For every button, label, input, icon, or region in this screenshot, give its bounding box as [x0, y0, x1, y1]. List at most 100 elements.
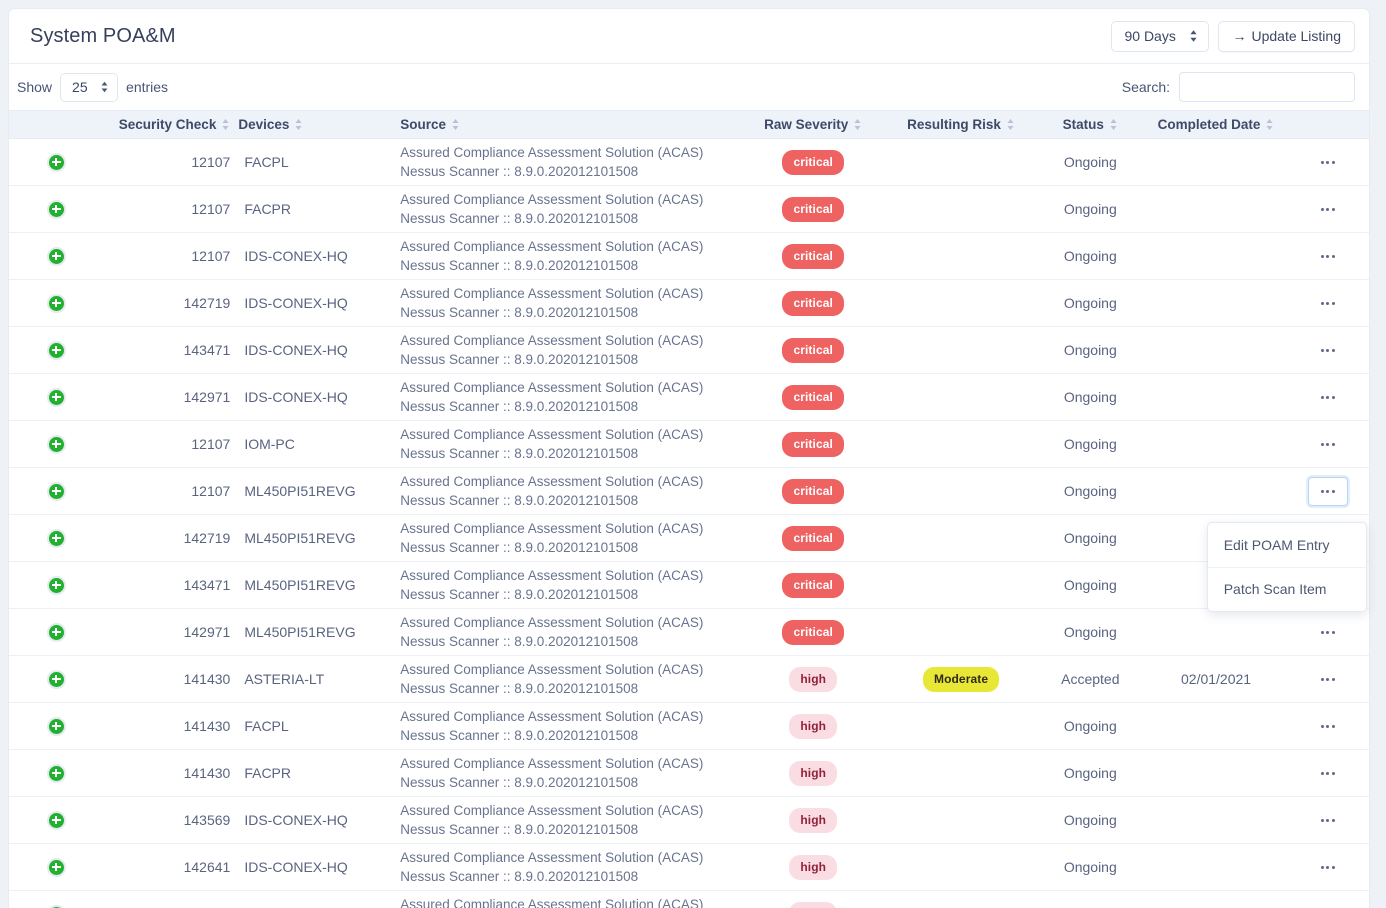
row-actions-button[interactable]: [1317, 762, 1339, 784]
cell-actions: [1286, 608, 1369, 656]
cell-source: Assured Compliance Assessment Solution (…: [392, 373, 740, 421]
col-expand: [9, 110, 106, 139]
plus-circle-icon[interactable]: [47, 669, 66, 689]
cell-status: Ongoing: [1034, 467, 1146, 515]
source-line-2: Nessus Scanner :: 8.9.0.202012101508: [400, 775, 639, 790]
table-row: 141430 FACPR Assured Compliance Assessment…: [9, 749, 1369, 797]
row-actions-button[interactable]: [1317, 339, 1339, 361]
status-text: Ongoing: [1063, 765, 1117, 781]
source-line-2: Nessus Scanner :: 8.9.0.202012101508: [400, 822, 639, 837]
col-security-check[interactable]: Security Check: [105, 110, 237, 139]
plus-circle-icon[interactable]: [47, 152, 66, 172]
row-actions-button[interactable]: [1317, 433, 1339, 455]
table-row: 12107 FACPL Assured Compliance Assessment …: [9, 138, 1369, 186]
cell-source: Assured Compliance Assessment Solution (…: [392, 796, 740, 844]
col-raw-severity[interactable]: Raw Severity: [739, 110, 888, 139]
row-actions-button[interactable]: [1317, 903, 1339, 908]
row-actions-button[interactable]: [1317, 198, 1339, 220]
search-input[interactable]: [1179, 72, 1355, 102]
plus-circle-icon[interactable]: [47, 199, 66, 219]
plus-circle-icon[interactable]: [47, 434, 66, 454]
cell-devices: IOM-PC: [236, 420, 393, 468]
source-line-1: Assured Compliance Assessment Solution (…: [400, 427, 704, 442]
row-expand-cell: [9, 561, 106, 609]
status-text: Ongoing: [1063, 389, 1117, 405]
row-actions-button[interactable]: [1317, 292, 1339, 314]
plus-circle-icon[interactable]: [47, 763, 66, 783]
cell-devices: IDS-CONEX-HQ: [236, 843, 393, 891]
cell-security-check: 12107: [105, 232, 237, 280]
cell-completed-date: [1145, 232, 1287, 280]
plus-circle-icon[interactable]: [47, 857, 66, 877]
status-text: Ongoing: [1063, 859, 1117, 875]
row-actions-button[interactable]: [1317, 809, 1339, 831]
plus-circle-icon[interactable]: [47, 293, 66, 313]
col-resulting-risk-label: Resulting Risk: [907, 117, 1001, 132]
plus-circle-icon[interactable]: [47, 246, 66, 266]
col-completed-date[interactable]: Completed Date: [1145, 110, 1287, 139]
cell-raw-severity: high: [739, 843, 888, 891]
cell-status: Ongoing: [1034, 561, 1146, 609]
cell-completed-date: [1145, 326, 1287, 374]
row-actions-button[interactable]: [1317, 856, 1339, 878]
source-line-2: Nessus Scanner :: 8.9.0.202012101508: [400, 681, 639, 696]
cell-devices: ML450PI51REVG: [236, 561, 393, 609]
cell-devices: FACPL: [236, 702, 393, 750]
page-length-select[interactable]: 25: [60, 72, 119, 102]
plus-circle-icon[interactable]: [47, 622, 66, 642]
arrow-right-icon: →: [1232, 28, 1247, 44]
plus-circle-icon[interactable]: [47, 810, 66, 830]
col-completed-date-label: Completed Date: [1157, 117, 1261, 132]
menu-item-edit-poam-entry[interactable]: Edit POAM Entry: [1208, 523, 1366, 567]
plus-circle-icon[interactable]: [47, 340, 66, 360]
days-filter-select[interactable]: 90 Days: [1111, 20, 1210, 52]
row-actions-button[interactable]: [1317, 715, 1339, 737]
severity-badge: critical: [782, 196, 844, 222]
update-listing-label: Update Listing: [1251, 28, 1341, 44]
col-source[interactable]: Source: [392, 110, 740, 139]
table-header-row: Security Check Devices Source Raw Severi…: [9, 110, 1369, 139]
menu-item-patch-scan-item[interactable]: Patch Scan Item: [1207, 566, 1366, 611]
severity-badge: high: [789, 901, 838, 908]
cell-raw-severity: critical: [739, 608, 888, 656]
chevron-updown-icon: [100, 80, 109, 94]
table-row: 142209IDS-CONEX-HQ Assured Compliance Ass…: [9, 890, 1369, 908]
row-actions-button[interactable]: [1317, 245, 1339, 267]
cell-status: Ongoing: [1034, 279, 1146, 327]
cell-resulting-risk: [887, 796, 1035, 844]
cell-resulting-risk: [887, 608, 1035, 656]
row-actions-button[interactable]: [1307, 476, 1348, 506]
plus-circle-icon[interactable]: [47, 481, 66, 501]
cell-actions: [1286, 185, 1369, 233]
cell-security-check: 141430: [105, 702, 237, 750]
cell-raw-severity: critical: [739, 514, 888, 562]
cell-source: Assured Compliance Assessment Solution (…: [392, 749, 740, 797]
plus-circle-icon[interactable]: [47, 528, 66, 548]
cell-status: Ongoing: [1034, 232, 1146, 280]
cell-security-check: 12107: [105, 467, 237, 515]
col-status[interactable]: Status: [1034, 110, 1146, 139]
cell-security-check: 143471: [105, 561, 237, 609]
source-line-2: Nessus Scanner :: 8.9.0.202012101508: [400, 869, 639, 884]
plus-circle-icon[interactable]: [47, 716, 66, 736]
row-actions-button[interactable]: [1317, 621, 1339, 643]
sort-icon: [221, 118, 230, 131]
cell-actions: [1286, 326, 1369, 374]
col-resulting-risk[interactable]: Resulting Risk: [887, 110, 1035, 139]
plus-circle-icon[interactable]: [47, 575, 66, 595]
table-row: 142641 IDS-CONEX-HQ Assured Compliance Ass…: [9, 843, 1369, 891]
update-listing-button[interactable]: → Update Listing: [1218, 20, 1355, 52]
row-actions-button[interactable]: [1317, 151, 1339, 173]
plus-circle-icon[interactable]: [47, 387, 66, 407]
cell-completed-date: [1145, 843, 1287, 891]
cell-source: Assured Compliance Assessment Solution (…: [392, 279, 740, 327]
plus-circle-icon[interactable]: [47, 904, 66, 908]
risk-badge: Moderate: [922, 666, 1000, 692]
row-expand-cell: [9, 608, 106, 656]
row-actions-button[interactable]: [1317, 668, 1339, 690]
col-devices[interactable]: Devices: [236, 110, 393, 139]
table-header: Security Check Devices Source Raw Severi…: [9, 110, 1369, 139]
row-actions-button[interactable]: [1317, 386, 1339, 408]
cell-devices: IDS-CONEX-HQ: [236, 890, 393, 908]
cell-source: Assured Compliance Assessment Solution (…: [392, 514, 740, 562]
